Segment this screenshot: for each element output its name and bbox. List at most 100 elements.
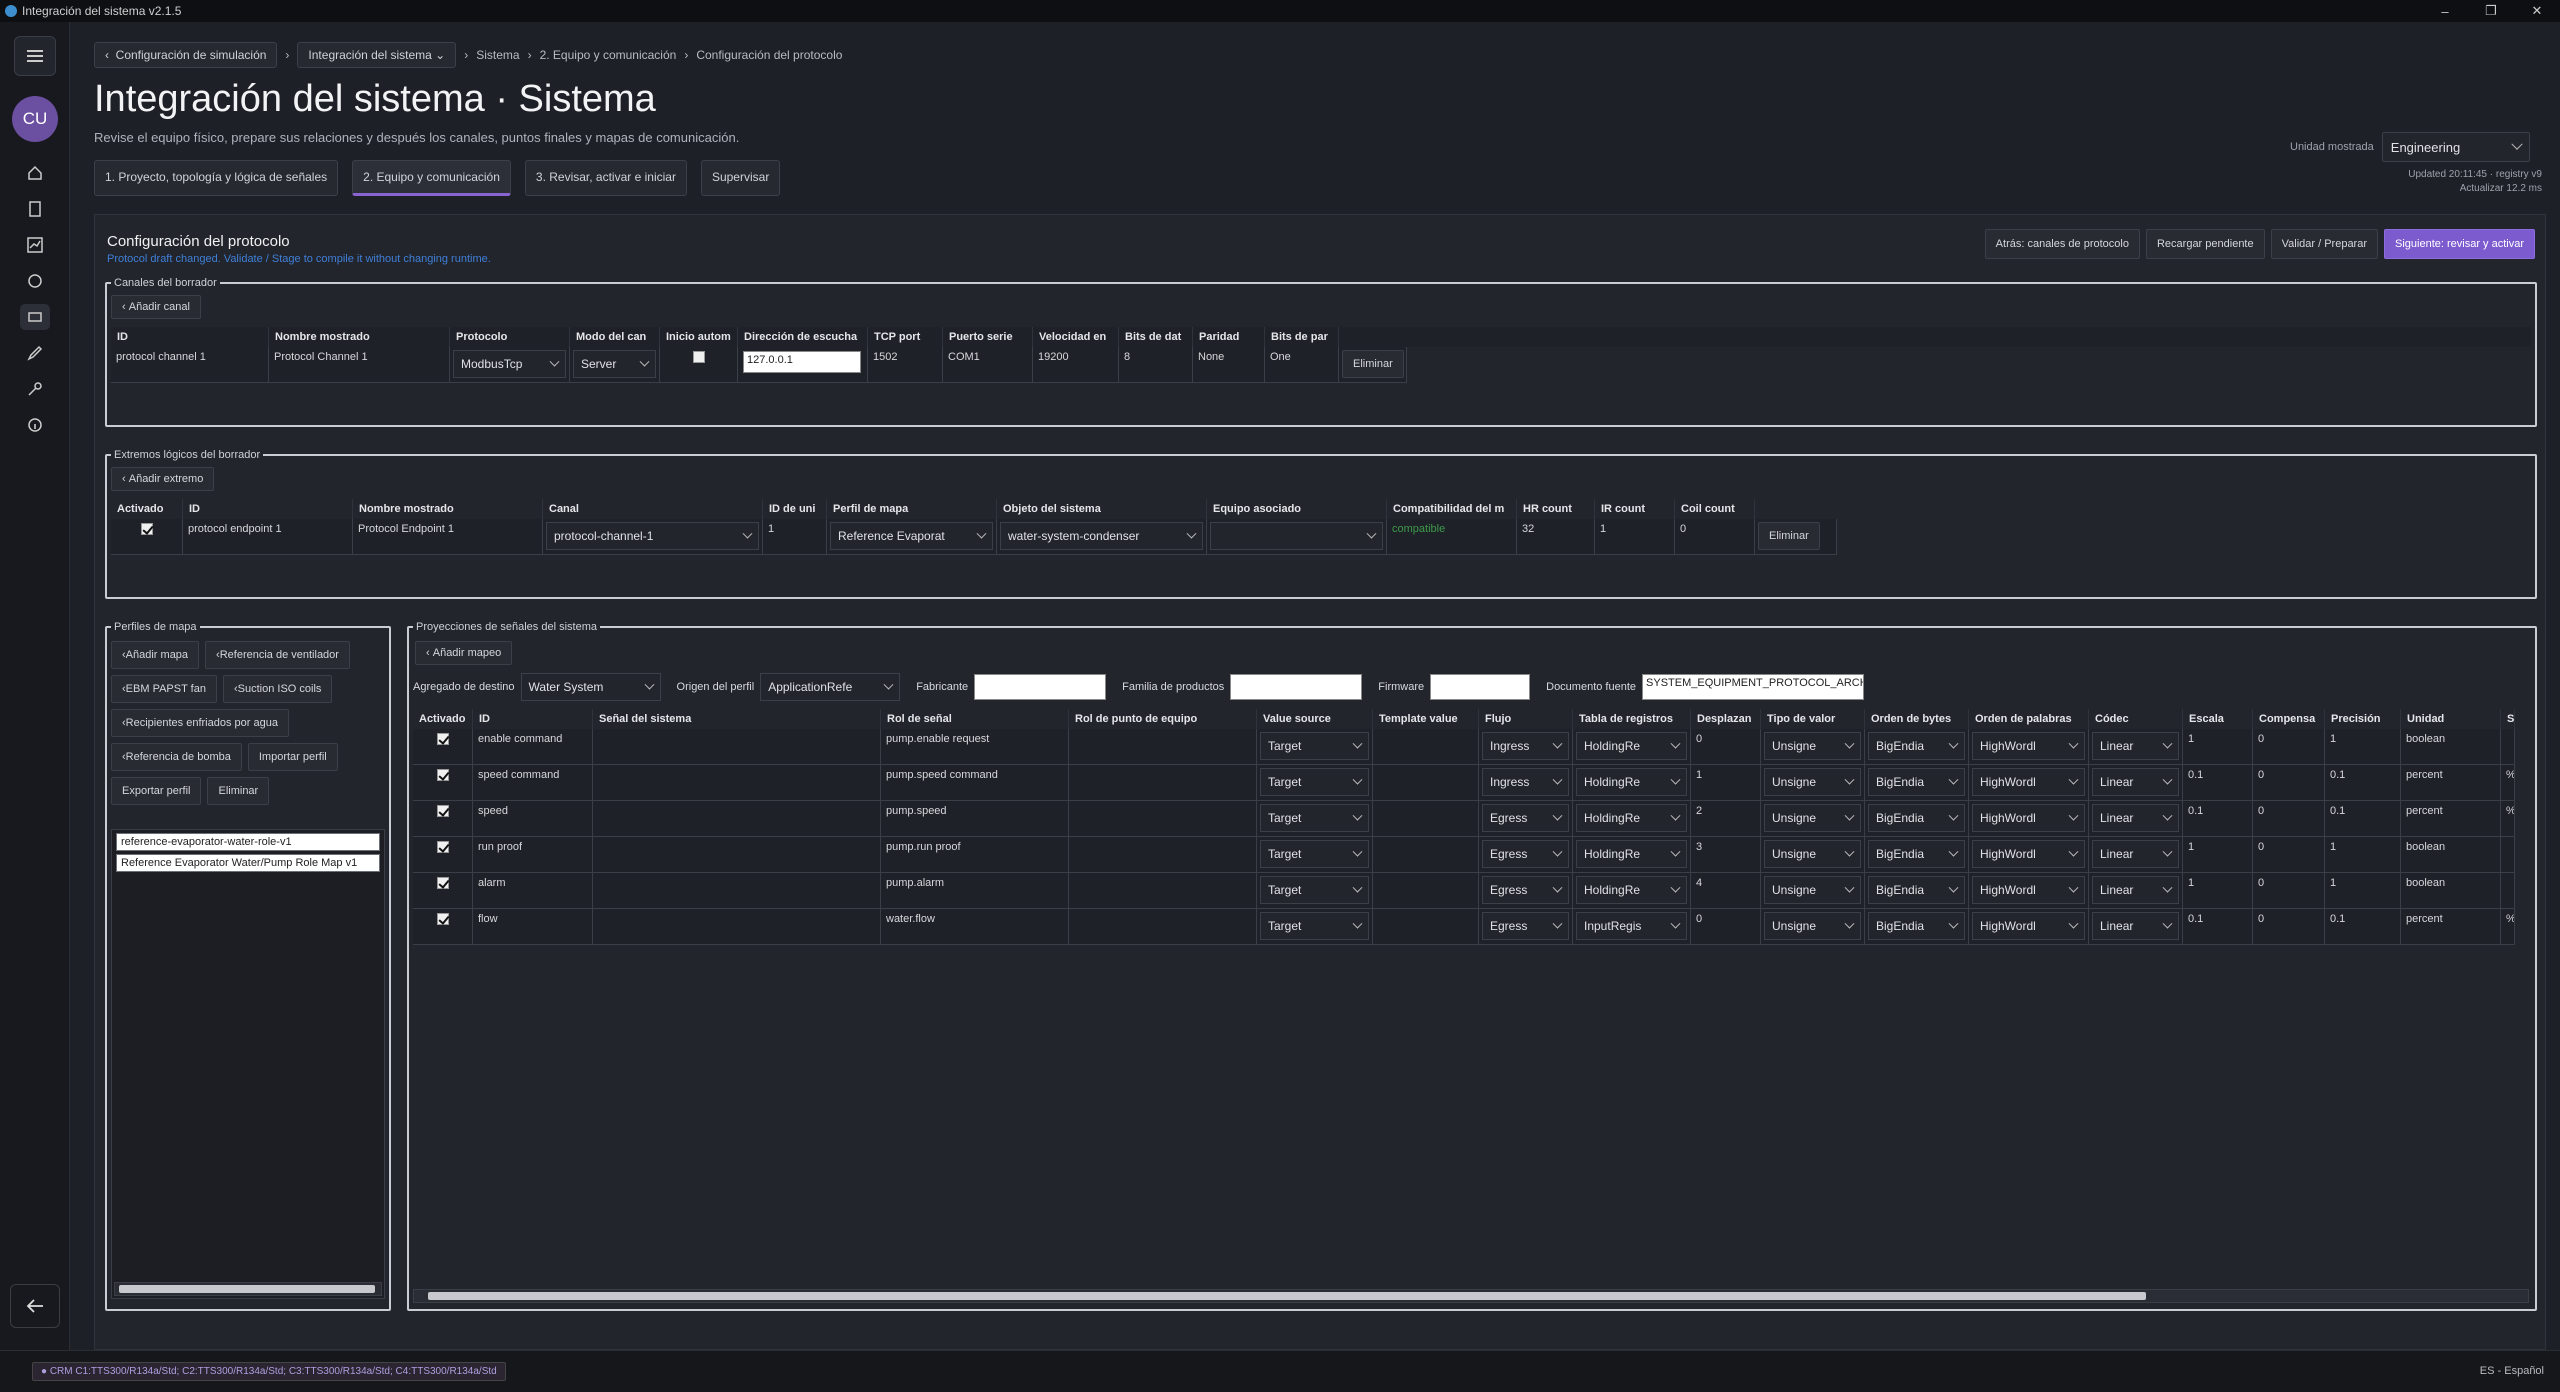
table-dropdown[interactable]: HoldingRe: [1576, 876, 1687, 904]
mapping-id[interactable]: flow: [473, 909, 593, 945]
bytes-dropdown[interactable]: BigEndia: [1868, 912, 1965, 940]
flow-dropdown[interactable]: Ingress: [1482, 732, 1569, 760]
mapping-off[interactable]: 3: [1691, 837, 1761, 873]
type-dropdown[interactable]: Unsigne: [1764, 840, 1861, 868]
minimize-button[interactable]: –: [2422, 0, 2468, 22]
list-item[interactable]: Reference Evaporator Water/Pump Role Map…: [116, 854, 380, 872]
bytes-dropdown[interactable]: BigEndia: [1868, 768, 1965, 796]
mapping-scale[interactable]: 1: [2183, 729, 2253, 765]
tab-step-2[interactable]: 2. Equipo y comunicación: [352, 160, 511, 196]
equipment-icon[interactable]: [20, 304, 50, 330]
table-dropdown[interactable]: HoldingRe: [1576, 840, 1687, 868]
reload-pending-button[interactable]: Recargar pendiente: [2145, 229, 2265, 259]
empty-cell[interactable]: [1373, 801, 1479, 837]
empty-cell[interactable]: [593, 909, 881, 945]
channel-name[interactable]: Protocol Channel 1: [269, 347, 450, 383]
origin-dropdown[interactable]: ApplicationRefe: [760, 673, 901, 701]
tcp-port[interactable]: 1502: [868, 347, 943, 383]
projections-scrollbar[interactable]: [413, 1289, 2529, 1303]
mapping-s[interactable]: %: [2501, 801, 2515, 837]
empty-cell[interactable]: [1373, 765, 1479, 801]
mapping-comp[interactable]: 0: [2253, 801, 2325, 837]
stop-bits[interactable]: One: [1265, 347, 1339, 383]
protocol-dropdown[interactable]: ModbusTcp: [453, 350, 566, 378]
mapping-comp[interactable]: 0: [2253, 909, 2325, 945]
mapping-role[interactable]: pump.run proof: [881, 837, 1069, 873]
water-cooled-vessels-button[interactable]: ‹ Recipientes enfriados por agua: [111, 709, 289, 737]
breadcrumb-item[interactable]: Sistema: [476, 48, 519, 62]
empty-cell[interactable]: [593, 801, 881, 837]
mapping-role[interactable]: pump.enable request: [881, 729, 1069, 765]
type-dropdown[interactable]: Unsigne: [1764, 912, 1861, 940]
mapping-id[interactable]: speed command: [473, 765, 593, 801]
fan-reference-button[interactable]: ‹ Referencia de ventilador: [205, 641, 350, 669]
mapping-unit[interactable]: percent: [2401, 909, 2501, 945]
empty-cell[interactable]: [1069, 873, 1257, 909]
mapping-s[interactable]: [2501, 729, 2515, 765]
next-review-button[interactable]: Siguiente: revisar y activar: [2384, 229, 2535, 259]
info-icon[interactable]: [20, 412, 50, 438]
mapping-enabled-checkbox[interactable]: [436, 841, 449, 853]
mapping-prec[interactable]: 0.1: [2325, 765, 2401, 801]
unit-id[interactable]: 1: [763, 519, 827, 555]
delete-channel-button[interactable]: Eliminar: [1342, 350, 1404, 378]
mapping-prec[interactable]: 0.1: [2325, 909, 2401, 945]
mapping-enabled-checkbox[interactable]: [436, 877, 449, 889]
empty-cell[interactable]: [1069, 909, 1257, 945]
src-dropdown[interactable]: Target: [1260, 732, 1369, 760]
suction-iso-coils-button[interactable]: ‹ Suction ISO coils: [222, 675, 333, 703]
mapping-prec[interactable]: 0.1: [2325, 801, 2401, 837]
mapping-enabled-checkbox[interactable]: [436, 805, 449, 817]
flow-dropdown[interactable]: Egress: [1482, 840, 1569, 868]
table-dropdown[interactable]: HoldingRe: [1576, 768, 1687, 796]
autostart-checkbox[interactable]: [692, 351, 705, 363]
add-mapping-button[interactable]: ‹ Añadir mapeo: [415, 641, 513, 665]
tab-supervise[interactable]: Supervisar: [700, 160, 781, 196]
breadcrumb-item[interactable]: 2. Equipo y comunicación: [540, 48, 677, 62]
mapping-prec[interactable]: 1: [2325, 873, 2401, 909]
scrollbar-thumb[interactable]: [428, 1292, 2146, 1300]
mapping-prec[interactable]: 1: [2325, 837, 2401, 873]
breadcrumb-current-dropdown[interactable]: Integración del sistema ⌄: [297, 42, 457, 68]
mapping-prec[interactable]: 1: [2325, 729, 2401, 765]
close-button[interactable]: ✕: [2514, 0, 2560, 22]
empty-cell[interactable]: [593, 837, 881, 873]
add-channel-button[interactable]: ‹ Añadir canal: [111, 295, 201, 319]
flow-dropdown[interactable]: Egress: [1482, 912, 1569, 940]
mapping-unit[interactable]: boolean: [2401, 837, 2501, 873]
listen-address-input[interactable]: 127.0.0.1: [743, 351, 861, 373]
system-object-dropdown[interactable]: water-system-condenser: [1000, 522, 1203, 550]
empty-cell[interactable]: [1373, 909, 1479, 945]
scrollbar-thumb[interactable]: [119, 1285, 375, 1293]
bytes-dropdown[interactable]: BigEndia: [1868, 732, 1965, 760]
codec-dropdown[interactable]: Linear: [2092, 732, 2179, 760]
words-dropdown[interactable]: HighWordl: [1972, 768, 2085, 796]
parity[interactable]: None: [1193, 347, 1265, 383]
serial-port[interactable]: COM1: [943, 347, 1033, 383]
mapping-comp[interactable]: 0: [2253, 837, 2325, 873]
mapping-id[interactable]: alarm: [473, 873, 593, 909]
words-dropdown[interactable]: HighWordl: [1972, 804, 2085, 832]
flow-dropdown[interactable]: Egress: [1482, 876, 1569, 904]
mapping-off[interactable]: 0: [1691, 909, 1761, 945]
bytes-dropdown[interactable]: BigEndia: [1868, 876, 1965, 904]
coil-count[interactable]: 0: [1675, 519, 1755, 555]
avatar[interactable]: CU: [12, 96, 58, 142]
mapping-s[interactable]: %: [2501, 765, 2515, 801]
mapping-id[interactable]: speed: [473, 801, 593, 837]
channel-id[interactable]: protocol channel 1: [111, 347, 269, 383]
import-profile-button[interactable]: Importar perfil: [247, 743, 338, 771]
mode-dropdown[interactable]: Server: [573, 350, 656, 378]
src-dropdown[interactable]: Target: [1260, 912, 1369, 940]
equipment-dropdown[interactable]: [1210, 522, 1383, 550]
language-indicator[interactable]: ES - Español: [2480, 1365, 2544, 1377]
menu-button[interactable]: [14, 36, 56, 76]
ebm-papst-fan-button[interactable]: ‹ EBM PAPST fan: [111, 675, 217, 703]
document-icon[interactable]: [20, 196, 50, 222]
profile-dropdown[interactable]: Reference Evaporat: [830, 522, 993, 550]
type-dropdown[interactable]: Unsigne: [1764, 768, 1861, 796]
back-to-channels-button[interactable]: Atrás: canales de protocolo: [1984, 229, 2140, 259]
empty-cell[interactable]: [1373, 873, 1479, 909]
empty-cell[interactable]: [1373, 729, 1479, 765]
codec-dropdown[interactable]: Linear: [2092, 876, 2179, 904]
